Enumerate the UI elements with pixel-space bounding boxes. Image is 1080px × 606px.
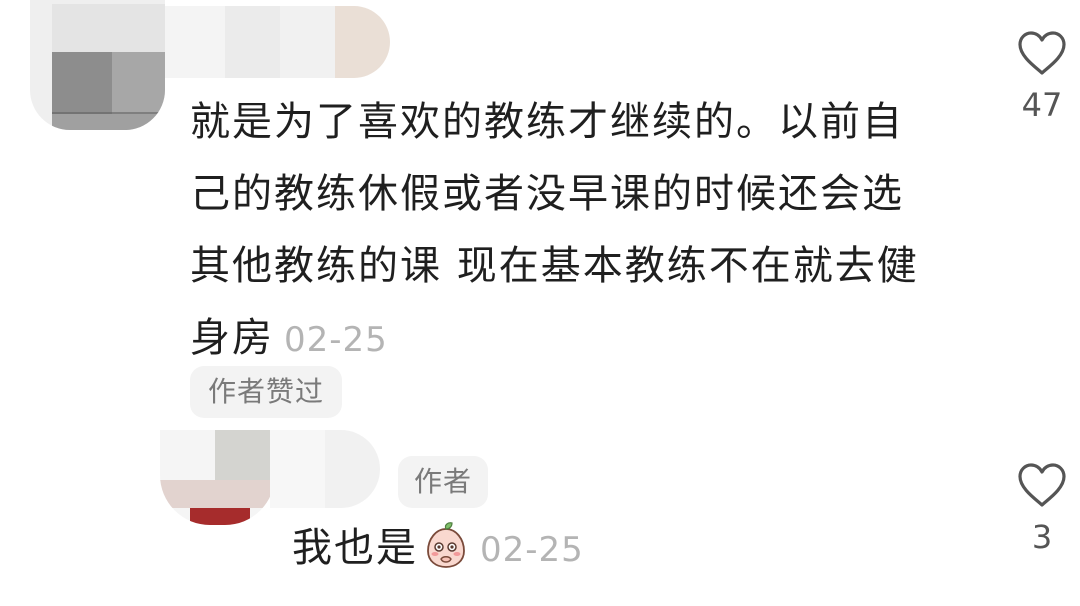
avatar[interactable] [30, 0, 165, 130]
comment-timestamp: 02-25 [284, 320, 388, 360]
reply-like-button[interactable]: 3 [1014, 462, 1070, 556]
comment-line-text: 身房 [190, 315, 274, 361]
reply-text-content: 我也是 [292, 525, 418, 571]
comment-text: 就是为了喜欢的教练才继续的。以前自 己的教练休假或者没早课的时候还会选 其他教练… [190, 86, 950, 376]
comment-like-button[interactable]: 47 [1014, 30, 1070, 124]
reply-text: 我也是 02-25 [292, 512, 584, 586]
shy-peach-emoji [422, 520, 470, 568]
reply-avatar[interactable] [160, 430, 275, 525]
reply-timestamp: 02-25 [480, 530, 584, 570]
username[interactable] [165, 6, 390, 78]
author-tag: 作者 [398, 456, 489, 508]
like-count: 47 [1021, 86, 1063, 124]
comment-line: 己的教练休假或者没早课的时候还会选 [190, 171, 904, 217]
comment-line: 就是为了喜欢的教练才继续的。以前自 [190, 99, 904, 145]
comment-line: 身房 02-25 [190, 302, 950, 376]
author-liked-badge: 作者赞过 [190, 366, 343, 418]
heart-outline-icon[interactable] [1014, 30, 1070, 76]
like-count: 3 [1031, 518, 1053, 556]
comment-line: 其他教练的课 现在基本教练不在就去健 [190, 243, 919, 289]
reply-username[interactable] [270, 430, 380, 508]
heart-outline-icon[interactable] [1014, 462, 1070, 508]
